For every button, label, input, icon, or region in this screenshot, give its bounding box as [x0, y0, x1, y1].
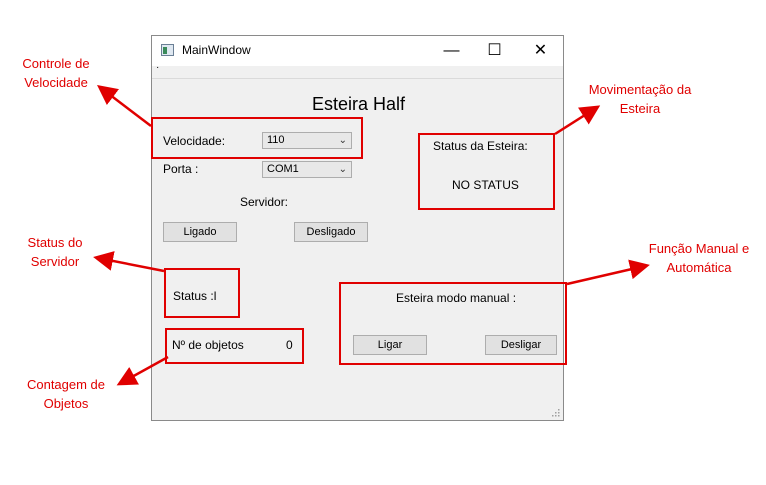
- annotation-line: Contagem de: [26, 377, 106, 392]
- annotation-funcao-manual: Função Manual e Automática: [632, 239, 766, 277]
- annotation-contagem-objetos: Contagem de Objetos: [16, 375, 116, 413]
- annotation-line: Servidor: [30, 254, 80, 269]
- annotation-line: Controle de: [22, 56, 90, 71]
- annotation-line: Função Manual e: [648, 241, 750, 256]
- annotation-line: Esteira: [619, 101, 661, 116]
- annotation-line: Status do: [27, 235, 83, 250]
- annotation-line: Movimentação da: [588, 82, 692, 97]
- arrow-controle-velocidade: [97, 84, 152, 127]
- arrow-status-servidor: [93, 251, 165, 273]
- annotation-movimentacao-esteira: Movimentação da Esteira: [572, 80, 708, 118]
- arrow-contagem-objetos: [116, 355, 169, 386]
- annotation-status-servidor: Status do Servidor: [5, 233, 105, 271]
- annotation-line: Velocidade: [24, 75, 88, 90]
- annotation-line: Objetos: [43, 396, 89, 411]
- annotation-line: Automática: [666, 260, 732, 275]
- annotation-controle-velocidade: Controle de Velocidade: [6, 54, 106, 92]
